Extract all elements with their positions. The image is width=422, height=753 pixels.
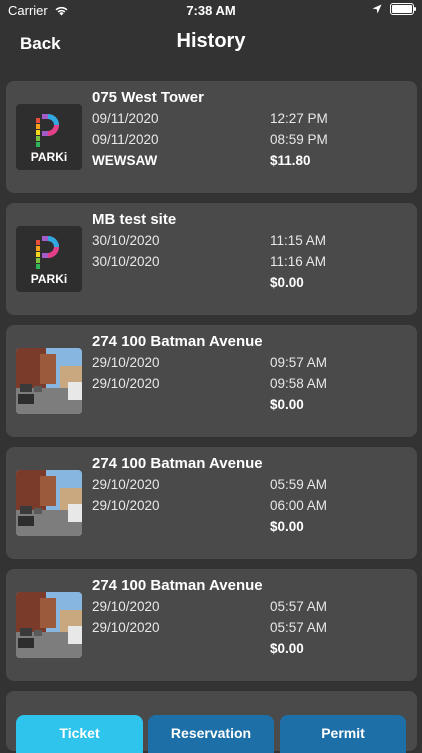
amount: $0.00 — [270, 519, 304, 534]
page-title: History — [176, 30, 246, 52]
tab-permit[interactable]: Permit — [280, 715, 406, 753]
exit-time: 09:58 AM — [270, 376, 328, 391]
amount: $0.00 — [270, 397, 304, 412]
exit-date: 29/10/2020 — [92, 620, 160, 635]
exit-date: 30/10/2020 — [92, 254, 160, 269]
amount: $0.00 — [270, 641, 304, 656]
site-name: 274 100 Batman Avenue — [92, 333, 263, 350]
plate-number: WEWSAW — [92, 153, 158, 168]
status-bar: Carrier 7:38 AM — [0, 0, 422, 22]
entry-date: 29/10/2020 — [92, 355, 160, 370]
battery-icon — [390, 3, 416, 15]
street-photo-image — [16, 348, 82, 414]
exit-time: 05:57 AM — [270, 620, 328, 635]
tab-reservation[interactable]: Reservation — [148, 715, 274, 753]
tab-ticket[interactable]: Ticket — [16, 715, 143, 753]
history-card[interactable]: PARKi 075 West Tower 09/11/2020 09/11/20… — [6, 81, 417, 193]
entry-date: 29/10/2020 — [92, 477, 160, 492]
logo-wordmark: PARKi — [30, 272, 68, 286]
parki-logo-thumbnail: PARKi — [16, 104, 82, 170]
status-right — [372, 3, 416, 15]
entry-date: 30/10/2020 — [92, 233, 160, 248]
exit-time: 06:00 AM — [270, 498, 328, 513]
history-card[interactable]: 274 100 Batman Avenue 29/10/2020 29/10/2… — [6, 447, 417, 559]
entry-time: 05:59 AM — [270, 477, 328, 492]
entry-time: 05:57 AM — [270, 599, 328, 614]
bottom-tabs: Ticket Reservation Permit — [0, 712, 422, 753]
site-name: MB test site — [92, 211, 177, 228]
location-arrow-icon — [372, 4, 382, 14]
site-name: 274 100 Batman Avenue — [92, 455, 263, 472]
exit-time: 08:59 PM — [270, 132, 328, 147]
amount: $11.80 — [270, 153, 311, 168]
nav-bar: Back History — [0, 22, 422, 66]
entry-date: 09/11/2020 — [92, 111, 159, 126]
exit-date: 09/11/2020 — [92, 132, 159, 147]
street-photo-thumbnail — [16, 348, 82, 414]
street-photo-thumbnail — [16, 470, 82, 536]
exit-time: 11:16 AM — [270, 254, 327, 269]
history-card[interactable]: PARKi MB test site 30/10/2020 30/10/2020… — [6, 203, 417, 315]
entry-time: 11:15 AM — [270, 233, 327, 248]
street-photo-thumbnail — [16, 592, 82, 658]
history-card[interactable]: 274 100 Batman Avenue 29/10/2020 29/10/2… — [6, 325, 417, 437]
parki-logo-thumbnail: PARKi — [16, 226, 82, 292]
entry-time: 12:27 PM — [270, 111, 328, 126]
history-card[interactable]: 274 100 Batman Avenue 29/10/2020 29/10/2… — [6, 569, 417, 681]
entry-date: 29/10/2020 — [92, 599, 160, 614]
street-photo-image — [16, 470, 82, 536]
clock: 7:38 AM — [186, 3, 236, 18]
exit-date: 29/10/2020 — [92, 498, 160, 513]
street-photo-image — [16, 592, 82, 658]
logo-wordmark: PARKi — [30, 150, 68, 164]
site-name: 075 West Tower — [92, 89, 204, 106]
entry-time: 09:57 AM — [270, 355, 328, 370]
site-name: 274 100 Batman Avenue — [92, 577, 263, 594]
amount: $0.00 — [270, 275, 304, 290]
exit-date: 29/10/2020 — [92, 376, 160, 391]
